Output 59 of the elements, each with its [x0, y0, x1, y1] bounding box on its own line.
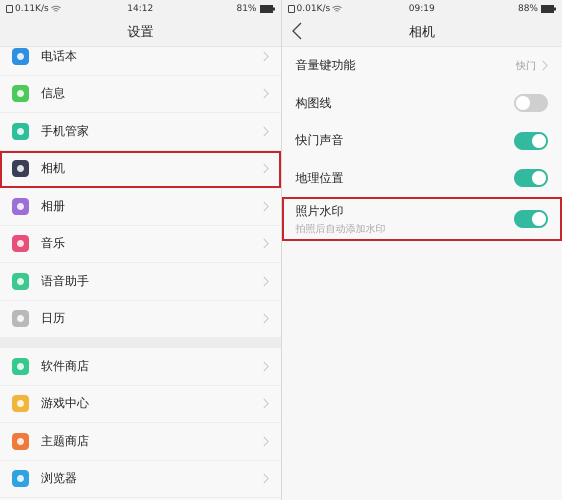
item-label: 游戏中心	[41, 395, 90, 412]
chevron-icon	[262, 473, 268, 484]
battery-icon	[260, 4, 274, 12]
settings-item[interactable]: 音乐	[0, 226, 280, 263]
item-label: 相机	[41, 160, 66, 178]
chevron-icon	[262, 88, 268, 100]
row-label: 快门声音	[296, 132, 344, 150]
settings-row[interactable]: 照片水印 拍照后自动添加水印	[282, 197, 562, 241]
settings-item[interactable]: 游戏中心	[0, 386, 280, 423]
sim-icon	[288, 4, 294, 12]
row-label: 音量键功能	[296, 57, 356, 74]
chevron-icon	[542, 60, 548, 72]
screen-title: 相机	[408, 24, 435, 40]
chevron-icon	[262, 50, 268, 62]
chevron-icon	[262, 163, 268, 174]
chevron-icon	[262, 436, 268, 447]
row-label: 构图线	[296, 94, 332, 112]
chevron-icon	[262, 360, 268, 372]
chevron-icon	[262, 398, 268, 410]
item-label: 相册	[41, 198, 66, 215]
chevron-icon	[262, 238, 268, 250]
item-label: 电话本	[41, 48, 78, 65]
settings-item[interactable]: 电话本	[0, 47, 280, 76]
settings-item[interactable]: 相机	[0, 150, 280, 188]
item-label: 手机管家	[41, 122, 90, 140]
back-icon[interactable]	[292, 22, 302, 40]
toggle-switch[interactable]	[514, 169, 548, 188]
item-label: 浏览器	[41, 470, 78, 488]
sim-icon	[6, 4, 13, 12]
row-value: 快门	[516, 60, 536, 73]
chevron-icon	[262, 200, 268, 212]
item-label: 音乐	[41, 235, 66, 252]
item-label: 信息	[41, 85, 66, 102]
item-label: 语音助手	[41, 272, 90, 290]
network-speed: 0.11K/s	[15, 4, 49, 14]
clock: 09:19	[408, 4, 435, 14]
chevron-icon	[262, 313, 268, 324]
toggle-switch[interactable]	[514, 210, 548, 228]
toggle-switch[interactable]	[514, 132, 548, 150]
item-label: 主题商店	[41, 432, 90, 450]
chevron-icon	[262, 276, 268, 287]
toggle-switch[interactable]	[514, 94, 548, 112]
clock: 14:12	[127, 4, 154, 14]
battery-level: 88%	[518, 4, 538, 14]
row-label: 地理位置	[296, 170, 344, 187]
row-description: 拍照后自动添加水印	[296, 222, 386, 236]
item-label: 日历	[41, 310, 66, 328]
settings-item[interactable]: 信息	[0, 76, 280, 113]
network-speed: 0.01K/s	[296, 4, 330, 14]
battery-level: 81%	[236, 4, 256, 14]
screen-title: 设置	[127, 24, 154, 40]
wifi-icon	[332, 4, 342, 12]
settings-item[interactable]: 浏览器	[0, 460, 280, 498]
battery-icon	[541, 4, 556, 12]
row-label: 照片水印	[296, 202, 344, 220]
settings-item[interactable]: 日历	[0, 300, 280, 338]
chevron-icon	[262, 126, 268, 137]
wifi-icon	[50, 4, 61, 12]
item-label: 软件商店	[41, 358, 90, 375]
